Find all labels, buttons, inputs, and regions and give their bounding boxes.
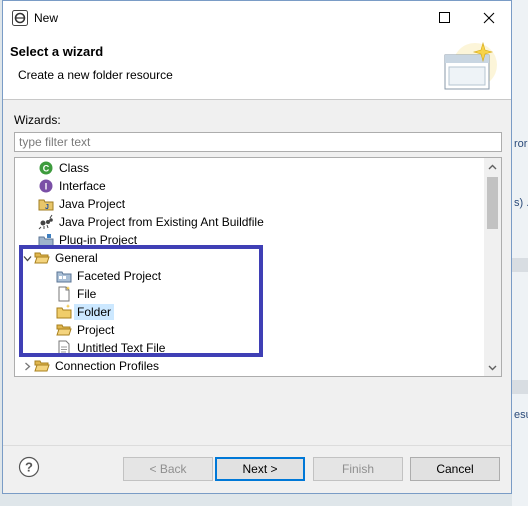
chevron-down-icon[interactable] — [20, 250, 34, 266]
text-file-icon — [58, 340, 70, 356]
tree-item-class[interactable]: C Class — [38, 159, 92, 177]
tree-item-label: Java Project — [59, 197, 126, 211]
svg-text:I: I — [45, 182, 48, 192]
project-icon — [56, 324, 72, 336]
tree-item-faceted-project[interactable]: Faceted Project — [56, 267, 164, 285]
tree-item-label: Faceted Project — [77, 269, 162, 283]
window-title: New — [34, 11, 59, 25]
tree-item-label: General — [55, 251, 98, 265]
tree-item-plugin-project[interactable]: Plug-in Project — [38, 231, 140, 249]
tree-item-untitled-text-file[interactable]: Untitled Text File — [56, 339, 168, 357]
chevron-up-icon — [488, 164, 497, 169]
tree-item-project[interactable]: Project — [56, 321, 117, 339]
new-wizard-banner-icon — [444, 41, 497, 90]
background-text-fragment: ror — [514, 138, 528, 150]
help-icon[interactable]: ? — [18, 456, 40, 478]
folder-icon — [56, 304, 72, 319]
tree-item-label: Java Project from Existing Ant Buildfile — [59, 215, 264, 229]
wizard-filter-input[interactable] — [14, 132, 502, 152]
tree-item-label: Plug-in Project — [59, 233, 138, 247]
java-project-icon: J — [38, 199, 54, 211]
scroll-down-arrow[interactable] — [484, 359, 501, 376]
tree-item-label: Project — [77, 323, 115, 337]
scroll-thumb[interactable] — [487, 177, 498, 229]
svg-text:J: J — [45, 204, 49, 211]
tree-item-file[interactable]: File — [56, 285, 99, 303]
new-wizard-dialog: New Select a wizard Create a new folder … — [2, 0, 512, 494]
next-button[interactable]: Next > — [215, 457, 305, 481]
tree-item-general[interactable]: General — [20, 249, 101, 267]
background-text-fragment: esu — [514, 409, 528, 421]
tree-item-label: Untitled Text File — [77, 341, 166, 355]
tree-item-java-project[interactable]: J Java Project — [38, 195, 128, 213]
maximize-button[interactable] — [423, 1, 467, 35]
interface-icon: I — [39, 179, 53, 193]
maximize-icon — [439, 12, 450, 23]
wizards-label: Wizards: — [14, 113, 61, 127]
title-bar[interactable]: New — [3, 1, 511, 35]
tree-item-label: Class — [59, 161, 90, 175]
wizard-tree[interactable]: C Class I Interface J Java Project Java … — [14, 157, 502, 377]
tree-item-interface[interactable]: I Interface — [38, 177, 109, 195]
chevron-down-icon — [488, 365, 497, 370]
tree-item-folder[interactable]: Folder — [56, 303, 115, 321]
close-button[interactable] — [467, 1, 511, 35]
background-window — [512, 0, 528, 506]
scroll-up-arrow[interactable] — [484, 158, 501, 175]
tree-item-label: Connection Profiles — [55, 359, 160, 373]
tree-item-label: Folder — [74, 304, 115, 320]
svg-text:C: C — [43, 164, 50, 174]
back-button[interactable]: < Back — [123, 457, 213, 481]
tree-item-label: File — [77, 287, 97, 301]
tree-item-label: Interface — [59, 179, 106, 193]
finish-button[interactable]: Finish — [313, 457, 403, 481]
svg-text:?: ? — [25, 460, 33, 475]
open-folder-icon — [34, 252, 50, 264]
cancel-button[interactable]: Cancel — [410, 457, 500, 481]
file-icon — [58, 286, 71, 302]
wizard-header: Select a wizard Create a new folder reso… — [3, 35, 511, 100]
close-icon — [483, 12, 495, 24]
plugin-project-icon — [38, 234, 54, 247]
tree-item-java-project-ant[interactable]: Java Project from Existing Ant Buildfile — [38, 213, 267, 231]
wizard-description: Create a new folder resource — [18, 68, 173, 82]
open-folder-icon — [34, 360, 50, 372]
class-icon: C — [39, 161, 53, 175]
eclipse-app-icon — [12, 10, 28, 26]
background-band — [512, 380, 528, 394]
footer-separator — [3, 445, 511, 446]
background-text-fragment: s) . — [514, 197, 528, 209]
ant-icon — [38, 214, 53, 230]
background-band — [512, 258, 528, 272]
chevron-right-icon[interactable] — [20, 358, 34, 374]
wizard-title: Select a wizard — [10, 44, 104, 59]
tree-scrollbar[interactable] — [484, 158, 501, 376]
tree-item-connection-profiles[interactable]: Connection Profiles — [20, 357, 162, 375]
faceted-project-icon — [56, 271, 72, 283]
